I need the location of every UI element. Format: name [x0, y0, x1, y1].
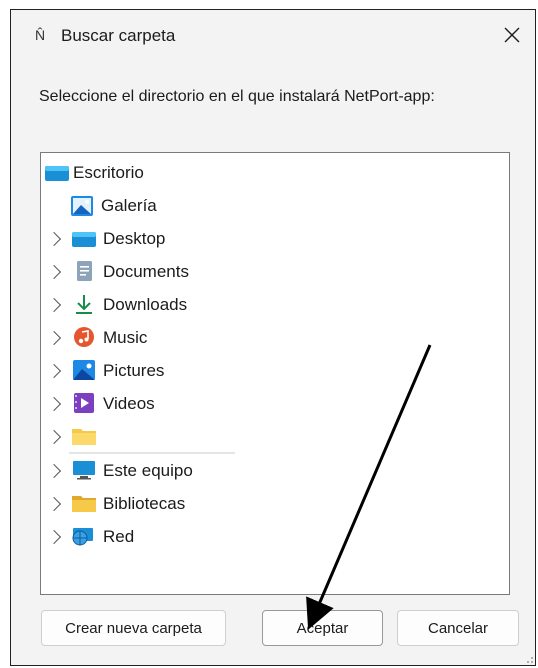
- tree-item-label: Este equipo: [103, 461, 193, 480]
- tree-item-escritorio[interactable]: Escritorio: [41, 158, 144, 188]
- music-icon: [74, 327, 94, 347]
- background-strip: [0, 0, 10, 668]
- chevron-right-icon[interactable]: [46, 529, 62, 545]
- computer-icon: [73, 461, 95, 480]
- close-icon: [504, 27, 520, 43]
- desktop-folder-icon: [72, 232, 96, 247]
- tree-item-bibliotecas[interactable]: Bibliotecas: [41, 489, 341, 519]
- tree-item-label: Pictures: [103, 361, 165, 380]
- desktop-icon: [45, 166, 69, 181]
- folder-icon: [72, 429, 96, 445]
- chevron-right-icon[interactable]: [46, 264, 62, 280]
- tree-item-desktop[interactable]: Desktop: [41, 224, 341, 254]
- tree-item-videos[interactable]: Videos: [41, 389, 341, 419]
- chevron-right-icon[interactable]: [46, 297, 62, 313]
- chevron-right-icon[interactable]: [46, 429, 62, 445]
- tree-item-label: Red: [103, 527, 135, 546]
- tree-item-label: Music: [103, 328, 148, 347]
- app-icon: N̂: [35, 27, 46, 43]
- tree-item-este-equipo[interactable]: Este equipo: [41, 456, 341, 486]
- videos-icon: [74, 393, 94, 413]
- chevron-right-icon[interactable]: [46, 330, 62, 346]
- divider: [69, 452, 235, 454]
- tree-item-unnamed-folder[interactable]: [41, 422, 341, 452]
- gallery-icon: [71, 196, 93, 216]
- pictures-icon: [73, 360, 95, 380]
- tree-item-red[interactable]: Red: [41, 522, 341, 552]
- chevron-right-icon[interactable]: [46, 496, 62, 512]
- tree-item-galeria[interactable]: Galería: [69, 191, 157, 221]
- chevron-right-icon[interactable]: [46, 231, 62, 247]
- chevron-right-icon[interactable]: [46, 463, 62, 479]
- close-button[interactable]: [489, 10, 535, 60]
- dialog-title: Buscar carpeta: [61, 26, 176, 45]
- download-icon: [76, 295, 92, 314]
- title-bar: N̂ Buscar carpeta: [11, 10, 535, 60]
- instruction-text: Seleccione el directorio en el que insta…: [39, 88, 435, 105]
- tree-item-label: Bibliotecas: [103, 494, 186, 513]
- tree-item-label: Documents: [103, 262, 189, 281]
- folder-tree[interactable]: Escritorio Galería Desktop Documents Dow…: [40, 152, 510, 595]
- tree-item-music[interactable]: Music: [41, 323, 341, 353]
- background-strip: [0, 0, 538, 9]
- tree-item-documents[interactable]: Documents: [41, 257, 341, 287]
- new-folder-button[interactable]: Crear nueva carpeta: [41, 610, 226, 646]
- chevron-right-icon[interactable]: [46, 396, 62, 412]
- accept-button[interactable]: Aceptar: [262, 610, 383, 646]
- libraries-icon: [72, 496, 96, 512]
- tree-item-downloads[interactable]: Downloads: [41, 290, 341, 320]
- tree-item-label: Videos: [103, 394, 155, 413]
- resize-grip-icon[interactable]: [524, 654, 534, 664]
- tree-item-pictures[interactable]: Pictures: [41, 356, 341, 386]
- tree-item-label: Galería: [101, 196, 157, 215]
- chevron-right-icon[interactable]: [46, 363, 62, 379]
- tree-item-label: Escritorio: [73, 163, 144, 182]
- tree-item-label: Downloads: [103, 295, 188, 314]
- tree-item-label: Desktop: [103, 229, 166, 248]
- cancel-button[interactable]: Cancelar: [397, 610, 519, 646]
- network-icon: [72, 528, 93, 546]
- documents-icon: [77, 261, 92, 281]
